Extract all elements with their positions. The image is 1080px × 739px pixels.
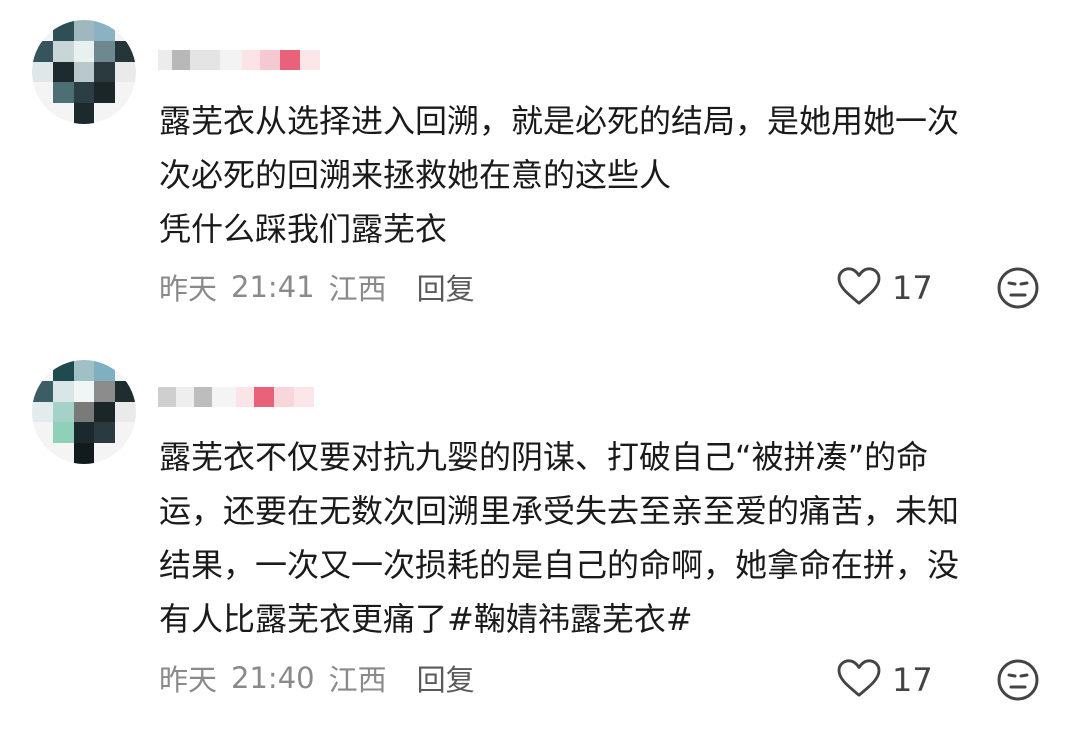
comment-text-line: 凭什么踩我们露芜衣: [159, 210, 448, 248]
comment-text-line: 结果，一次又一次损耗的是自己的命啊，她拿命在拼，没: [159, 546, 960, 584]
avatar[interactable]: [32, 20, 136, 124]
comment-date: 昨天: [159, 272, 218, 306]
comment-time: 21:40: [231, 661, 315, 695]
like-count: 17: [892, 661, 933, 699]
heart-outline-icon: [836, 658, 882, 702]
comment-meta: 昨天 21:40 江西 回复: [159, 658, 475, 698]
comment-text: 露芜衣从选择进入回溯，就是必死的结局，是她用她一次 次必死的回溯来拯救她在意的这…: [159, 94, 1039, 256]
heart-outline-icon: [836, 266, 882, 310]
username[interactable]: [158, 377, 314, 417]
comment-text: 露芜衣不仅要对抗九婴的阴谋、打破自己“被拼凑”的命 运，还要在无数次回溯里承受失…: [159, 430, 1039, 646]
comment-date: 昨天: [159, 663, 218, 697]
avatar[interactable]: [32, 360, 136, 464]
reply-button[interactable]: 回复: [417, 266, 475, 308]
comment-location: 江西: [328, 663, 387, 697]
reply-button[interactable]: 回复: [417, 657, 475, 699]
like-button[interactable]: 17: [836, 266, 933, 310]
comment-text-line: 露芜衣不仅要对抗九婴的阴谋、打破自己“被拼凑”的命: [159, 438, 929, 476]
comment-text-line: 露芜衣从选择进入回溯，就是必死的结局，是她用她一次: [159, 102, 960, 140]
comment-location: 江西: [328, 272, 387, 306]
neutral-face-icon[interactable]: [996, 266, 1040, 310]
like-count: 17: [892, 269, 933, 307]
like-button[interactable]: 17: [836, 658, 933, 702]
username[interactable]: [158, 40, 320, 80]
comment-time: 21:41: [231, 270, 315, 304]
neutral-face-icon[interactable]: [996, 658, 1040, 702]
comment-text-line: 次必死的回溯来拯救她在意的这些人: [159, 156, 672, 194]
comment-text-line: 运，还要在无数次回溯里承受失去至亲至爱的痛苦，未知: [159, 492, 960, 530]
comment-text-line: 有人比露芜衣更痛了#鞠婧祎露芜衣#: [159, 600, 693, 638]
comment-meta: 昨天 21:41 江西 回复: [159, 267, 475, 307]
